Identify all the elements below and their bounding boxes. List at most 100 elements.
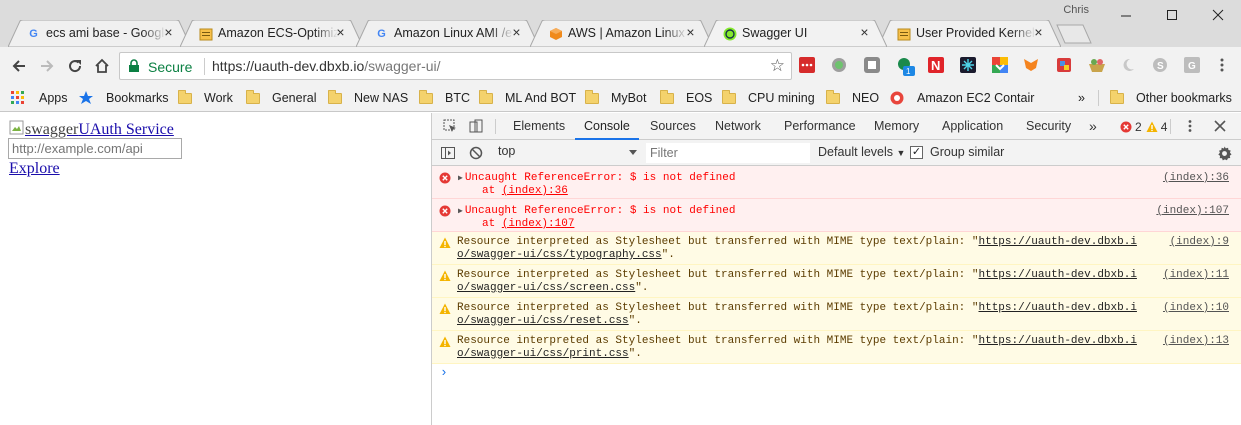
- source-link[interactable]: (index):13: [1163, 335, 1229, 348]
- source-link[interactable]: (index):10: [1163, 302, 1229, 315]
- clear-console-icon[interactable]: [468, 145, 484, 161]
- extension-badge-icon[interactable]: 1: [896, 57, 915, 76]
- more-tabs-button[interactable]: »: [1089, 113, 1097, 140]
- device-toolbar-icon[interactable]: [468, 118, 484, 134]
- forward-button[interactable]: [35, 54, 59, 78]
- console-message-warning[interactable]: Resource interpreted as Stylesheet but t…: [432, 265, 1241, 298]
- url-text[interactable]: https://uauth-dev.dbxb.io/swagger-ui/: [212, 58, 441, 74]
- source-link[interactable]: (index):107: [1156, 205, 1229, 218]
- maximize-button[interactable]: [1149, 0, 1195, 30]
- console-filter-input[interactable]: [646, 143, 810, 163]
- source-link[interactable]: (index):9: [1170, 236, 1229, 249]
- extension-multicolor-icon[interactable]: [992, 57, 1008, 73]
- extension-skype-icon[interactable]: S: [1152, 57, 1168, 73]
- bookmark-star-icon[interactable]: ☆: [770, 56, 785, 76]
- console-prompt[interactable]: ›: [432, 364, 1241, 384]
- explore-link[interactable]: Explore: [9, 160, 60, 178]
- browser-tab[interactable]: G ecs ami base - Google ×: [8, 20, 191, 47]
- api-url-input[interactable]: [8, 138, 182, 159]
- browser-tab-active[interactable]: Swagger UI ×: [704, 20, 887, 47]
- extension-moon-icon[interactable]: [1120, 57, 1136, 73]
- context-selector[interactable]: top: [498, 144, 638, 162]
- console-message-warning[interactable]: Resource interpreted as Stylesheet but t…: [432, 298, 1241, 331]
- resource-link[interactable]: o/swagger-ui/css/print.css: [457, 348, 629, 360]
- tab-application[interactable]: Application: [942, 113, 1003, 140]
- stack-link[interactable]: (index):107: [502, 218, 575, 230]
- minimize-button[interactable]: [1103, 0, 1149, 30]
- other-bookmarks-folder[interactable]: Other bookmarks: [1110, 89, 1232, 107]
- bookmark-folder[interactable]: New NAS: [328, 89, 408, 107]
- tab-elements[interactable]: Elements: [513, 113, 565, 140]
- tab-performance[interactable]: Performance: [784, 113, 856, 140]
- expand-triangle-icon[interactable]: ▶: [458, 172, 463, 185]
- close-icon[interactable]: ×: [510, 25, 523, 39]
- close-devtools-icon[interactable]: [1212, 118, 1228, 134]
- bookmark-folder[interactable]: ML And BOT: [479, 89, 576, 107]
- inspect-element-icon[interactable]: [442, 118, 458, 134]
- tab-sources[interactable]: Sources: [650, 113, 696, 140]
- extension-snowflake-icon[interactable]: [960, 57, 976, 73]
- bookmark-folder[interactable]: EOS: [660, 89, 712, 107]
- bookmark-folder[interactable]: General: [246, 89, 316, 107]
- console-message-warning[interactable]: Resource interpreted as Stylesheet but t…: [432, 232, 1241, 265]
- extension-pocket-icon[interactable]: [864, 57, 880, 73]
- chrome-menu-icon[interactable]: [1214, 57, 1230, 73]
- home-button[interactable]: [90, 54, 114, 78]
- resource-link[interactable]: https://uauth-dev.dbxb.i: [979, 236, 1137, 248]
- bookmark-folder[interactable]: NEO: [826, 89, 879, 107]
- resource-link[interactable]: https://uauth-dev.dbxb.i: [979, 269, 1137, 281]
- browser-tab[interactable]: User Provided Kernels ×: [878, 20, 1061, 47]
- logo-link[interactable]: swagger: [9, 120, 78, 138]
- console-message-error[interactable]: ▶ Uncaught ReferenceError: $ is not defin…: [432, 199, 1241, 232]
- extension-metamask-icon[interactable]: [1023, 57, 1039, 73]
- browser-tab[interactable]: AWS | Amazon Linux ×: [530, 20, 713, 47]
- apps-shortcut[interactable]: Apps: [11, 89, 68, 107]
- close-icon[interactable]: ×: [334, 25, 347, 39]
- extension-g-icon[interactable]: G: [1184, 57, 1200, 73]
- close-icon[interactable]: ×: [684, 25, 697, 39]
- stack-link[interactable]: (index):36: [502, 185, 568, 197]
- tab-console[interactable]: Console: [575, 113, 639, 140]
- source-link[interactable]: (index):36: [1163, 172, 1229, 185]
- close-icon[interactable]: ×: [858, 25, 871, 39]
- issue-counter[interactable]: 2 4: [1120, 119, 1167, 135]
- browser-tab[interactable]: Amazon ECS-Optimized ×: [180, 20, 363, 47]
- extension-lastpass-icon[interactable]: [799, 57, 815, 73]
- source-link[interactable]: (index):11: [1163, 269, 1229, 282]
- bookmarks-shortcut[interactable]: Bookmarks: [79, 89, 169, 107]
- console-message-error[interactable]: ▶ Uncaught ReferenceError: $ is not defin…: [432, 166, 1241, 199]
- browser-tab[interactable]: G Amazon Linux AMI /e ×: [356, 20, 539, 47]
- resource-link[interactable]: https://uauth-dev.dbxb.i: [979, 302, 1137, 314]
- expand-triangle-icon[interactable]: ▶: [458, 205, 463, 218]
- close-icon[interactable]: ×: [162, 25, 175, 39]
- bookmark-folder[interactable]: Work: [178, 89, 233, 107]
- resource-link[interactable]: o/swagger-ui/css/reset.css: [457, 315, 629, 327]
- tab-security[interactable]: Security: [1026, 113, 1071, 140]
- log-levels-dropdown[interactable]: Default levels ▼: [818, 145, 905, 159]
- console-settings-gear-icon[interactable]: [1216, 145, 1232, 161]
- extension-red-icon[interactable]: [1056, 57, 1072, 73]
- reload-button[interactable]: [63, 54, 87, 78]
- console-message-warning[interactable]: Resource interpreted as Stylesheet but t…: [432, 331, 1241, 364]
- bookmark-folder[interactable]: BTC: [419, 89, 470, 107]
- bookmark-folder[interactable]: CPU mining: [722, 89, 815, 107]
- close-window-button[interactable]: [1195, 0, 1241, 30]
- resource-link[interactable]: https://uauth-dev.dbxb.i: [979, 335, 1137, 347]
- address-bar[interactable]: Secure https://uauth-dev.dbxb.io/swagger…: [119, 52, 792, 80]
- new-tab-button[interactable]: [1056, 24, 1092, 44]
- resource-link[interactable]: o/swagger-ui/css/screen.css: [457, 282, 635, 294]
- tab-network[interactable]: Network: [715, 113, 761, 140]
- close-icon[interactable]: ×: [1032, 25, 1045, 39]
- bookmark-ec2[interactable]: Amazon EC2 Contair: [890, 89, 1034, 107]
- sidebar-toggle-icon[interactable]: [440, 145, 456, 161]
- extension-basket-icon[interactable]: [1088, 57, 1105, 73]
- profile-name[interactable]: Chris: [1063, 4, 1089, 16]
- extension-netflix-icon[interactable]: N: [928, 57, 944, 73]
- devtools-menu-icon[interactable]: [1182, 118, 1198, 134]
- bookmarks-overflow-button[interactable]: »: [1078, 89, 1085, 107]
- bookmark-folder[interactable]: MyBot: [585, 89, 646, 107]
- back-button[interactable]: [7, 54, 31, 78]
- service-title-link[interactable]: UAuth Service: [78, 121, 174, 138]
- resource-link[interactable]: o/swagger-ui/css/typography.css: [457, 249, 662, 261]
- group-similar-checkbox[interactable]: ✓: [910, 146, 923, 159]
